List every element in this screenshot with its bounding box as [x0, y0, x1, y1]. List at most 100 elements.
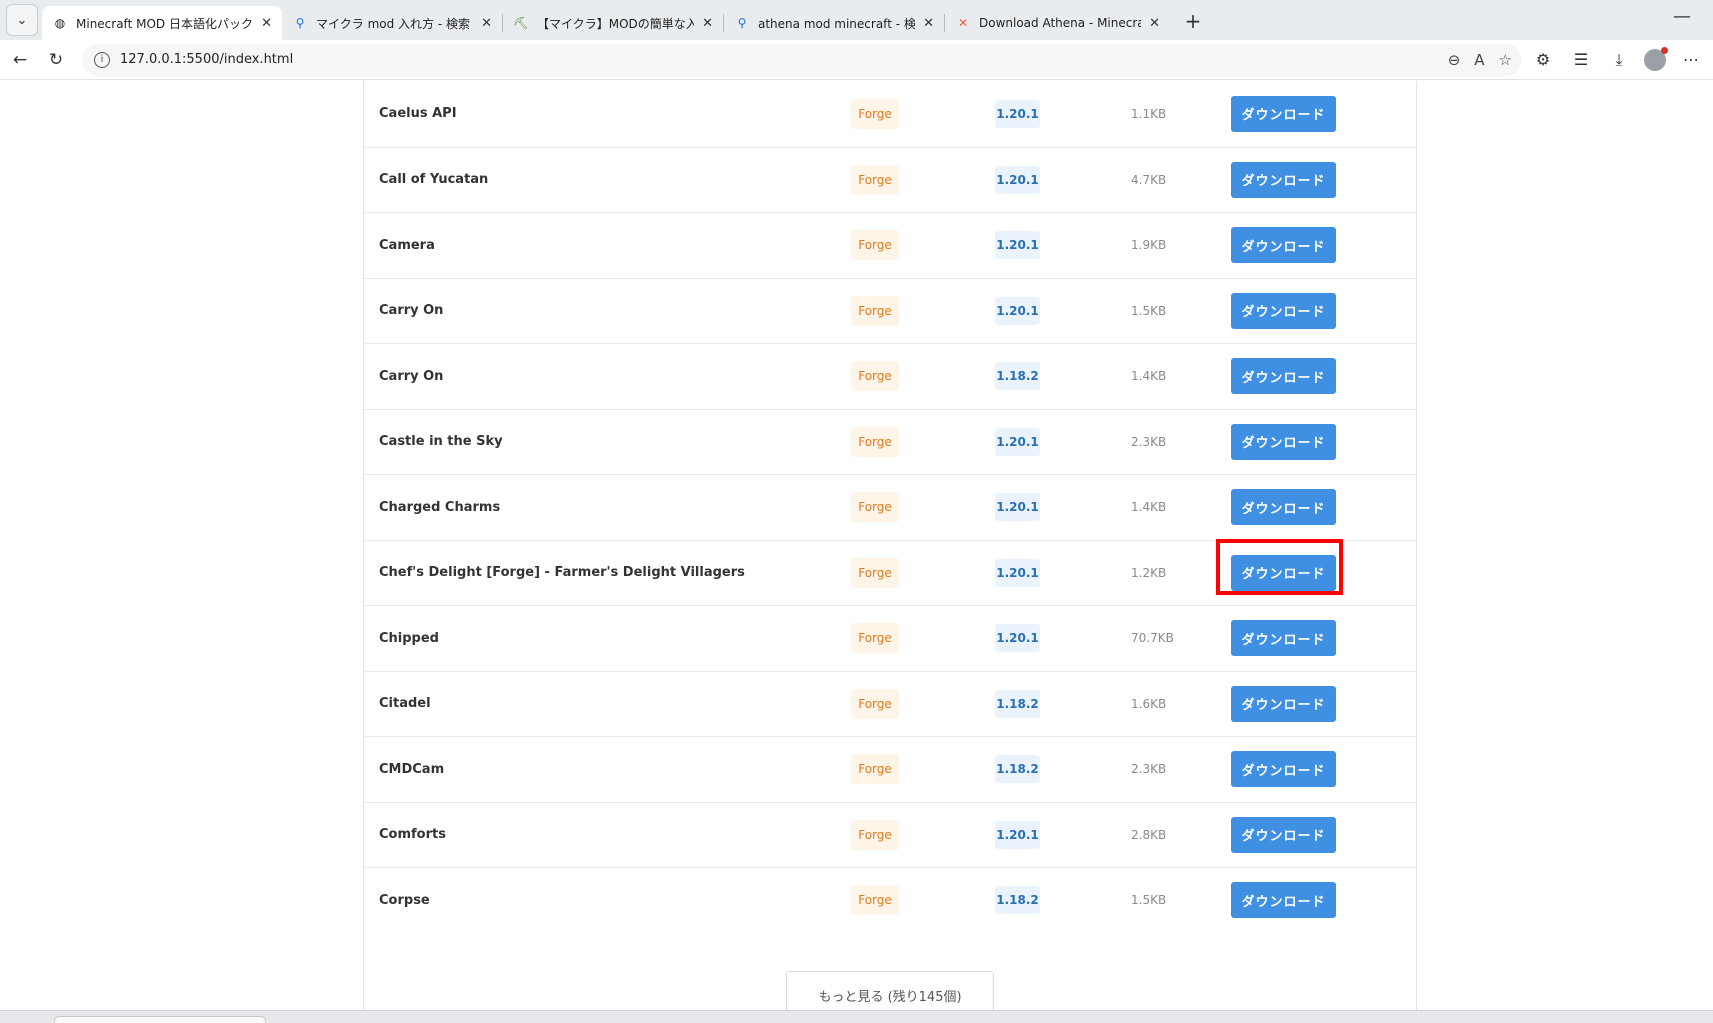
favorite-star-icon[interactable]: ☆ — [1499, 51, 1512, 69]
close-tab-icon[interactable]: ✕ — [702, 16, 713, 31]
tab-strip: ⌄ ◍ Minecraft MOD 日本語化パック配布 ✕ ⚲ マイクラ mod 入れ方… — [0, 0, 1713, 40]
mod-name: Corpse — [379, 892, 430, 908]
table-row: Carry On Forge 1.18.2 1.4KB ダウンロード — [364, 343, 1416, 408]
mod-name: Caelus API — [379, 106, 457, 121]
mod-name: Carry On — [379, 303, 444, 318]
file-size: 2.3KB — [1131, 762, 1167, 776]
site-info-icon[interactable]: i — [94, 51, 110, 68]
download-button[interactable]: ダウンロード — [1231, 489, 1336, 525]
download-button[interactable]: ダウンロード — [1231, 816, 1336, 853]
load-more-button[interactable]: もっと見る (残り145個) — [786, 971, 994, 1010]
loader-badge: Forge — [851, 164, 899, 195]
close-tab-icon[interactable]: ✕ — [481, 16, 492, 31]
table-row: Call of Yucatan Forge 1.20.1 4.7KB ダウンロード — [364, 146, 1416, 212]
read-aloud-icon[interactable]: A — [1474, 51, 1484, 69]
version-badge: 1.20.1 — [995, 427, 1040, 456]
table-row: Comforts Forge 1.20.1 2.8KB ダウンロード — [364, 801, 1416, 867]
download-button[interactable]: ダウンロード — [1231, 554, 1336, 591]
pickaxe-icon: ⛏ — [513, 16, 529, 30]
browser-toolbar: ← ↻ i 127.0.0.1:5500/index.html ⊖ A ☆ ⚙ … — [0, 40, 1713, 80]
mod-name: Citadel — [379, 696, 431, 711]
download-button[interactable]: ダウンロード — [1231, 751, 1336, 787]
favorites-icon[interactable]: ☰ — [1568, 47, 1594, 73]
download-button[interactable]: ダウンロード — [1231, 161, 1336, 198]
loader-badge: Forge — [851, 623, 899, 653]
download-button[interactable]: ダウンロード — [1231, 882, 1336, 918]
download-button[interactable]: ダウンロード — [1231, 292, 1336, 329]
version-badge: 1.18.2 — [995, 362, 1040, 390]
table-row: Charged Charms Forge 1.20.1 1.4KB ダウンロード — [364, 474, 1416, 539]
browser-tab[interactable]: ⚲ athena mod minecraft - 検索 ✕ — [724, 6, 944, 40]
file-size: 1.5KB — [1131, 893, 1167, 907]
more-menu-icon[interactable]: ⋯ — [1678, 47, 1704, 73]
loader-badge: Forge — [851, 492, 899, 522]
table-row: Castle in the Sky Forge 1.20.1 2.3KB ダウンロード — [364, 408, 1416, 474]
loader-badge: Forge — [851, 295, 899, 326]
zoom-out-icon[interactable]: ⊖ — [1448, 51, 1461, 69]
file-size: 1.4KB — [1131, 500, 1167, 514]
page-viewport: Caelus API Forge 1.20.1 1.1KB ダウンロード Call of … — [4, 81, 1709, 1010]
browser-tab[interactable]: ⚲ マイクラ mod 入れ方 - 検索 ✕ — [282, 6, 502, 40]
new-tab-button[interactable]: + — [1178, 6, 1208, 36]
back-button[interactable]: ← — [4, 44, 36, 76]
downloads-icon[interactable]: ⤓ — [1606, 47, 1632, 73]
tab-list: ◍ Minecraft MOD 日本語化パック配布 ✕ ⚲ マイクラ mod 入れ方 -… — [42, 6, 1170, 40]
browser-tab[interactable]: ⛏ 【マイクラ】MODの簡単な入れ方！影 ✕ — [503, 6, 723, 40]
version-badge: 1.20.1 — [995, 165, 1040, 194]
version-badge: 1.20.1 — [995, 493, 1040, 521]
mod-name: CMDCam — [379, 761, 445, 777]
mod-list-table: Caelus API Forge 1.20.1 1.1KB ダウンロード Call of … — [363, 81, 1417, 1010]
reload-icon: ↻ — [48, 49, 64, 70]
mod-name: Charged Charms — [379, 499, 501, 515]
tab-title: Minecraft MOD 日本語化パック配布 — [76, 16, 253, 31]
file-size: 1.1KB — [1131, 106, 1167, 121]
minimize-window-button[interactable]: — — [1673, 6, 1691, 27]
close-tab-icon[interactable]: ✕ — [923, 16, 934, 31]
mod-name: Castle in the Sky — [379, 434, 503, 449]
download-button[interactable]: ダウンロード — [1231, 423, 1336, 460]
taskbar-search-box[interactable] — [54, 1016, 266, 1023]
profile-avatar[interactable] — [1644, 46, 1668, 71]
address-bar[interactable]: i 127.0.0.1:5500/index.html ⊖ A ☆ — [82, 43, 1522, 76]
loader-badge: Forge — [851, 754, 899, 784]
url-text: 127.0.0.1:5500/index.html — [120, 52, 294, 67]
browser-tab[interactable]: ◍ Minecraft MOD 日本語化パック配布 ✕ — [42, 6, 282, 40]
table-row: CMDCam Forge 1.18.2 2.3KB ダウンロード — [364, 736, 1416, 801]
tab-title: athena mod minecraft - 検索 — [758, 16, 916, 31]
version-badge: 1.20.1 — [995, 820, 1040, 849]
download-button[interactable]: ダウンロード — [1231, 685, 1336, 722]
file-size: 1.4KB — [1131, 369, 1167, 383]
table-row: Camera Forge 1.20.1 1.9KB ダウンロード — [364, 212, 1416, 277]
download-button[interactable]: ダウンロード — [1231, 358, 1336, 394]
file-size: 1.2KB — [1131, 565, 1167, 580]
loader-badge: Forge — [851, 819, 899, 850]
version-badge: 1.20.1 — [995, 231, 1040, 259]
close-tab-icon[interactable]: ✕ — [1149, 16, 1160, 31]
close-tab-icon[interactable]: ✕ — [261, 16, 272, 31]
version-badge: 1.20.1 — [995, 296, 1040, 325]
download-button[interactable]: ダウンロード — [1231, 95, 1336, 132]
extensions-icon[interactable]: ⚙ — [1530, 47, 1556, 73]
mod-name: Call of Yucatan — [379, 172, 489, 187]
file-size: 2.8KB — [1131, 827, 1167, 842]
table-row: Caelus API Forge 1.20.1 1.1KB ダウンロード — [364, 81, 1416, 146]
download-button[interactable]: ダウンロード — [1231, 227, 1336, 263]
file-size: 1.6KB — [1131, 696, 1167, 711]
browser-tab[interactable]: ✕ Download Athena - Minecraft Mod ✕ — [945, 6, 1170, 40]
download-button[interactable]: ダウンロード — [1231, 620, 1336, 656]
file-size: 1.5KB — [1131, 303, 1167, 318]
tab-actions-menu-button[interactable]: ⌄ — [6, 4, 38, 36]
table-row: Corpse Forge 1.18.2 1.5KB ダウンロード — [364, 867, 1416, 932]
mod-name: Comforts — [379, 827, 446, 842]
loader-badge: Forge — [851, 98, 899, 129]
reload-button[interactable]: ↻ — [40, 44, 72, 76]
chevron-down-icon: ⌄ — [16, 12, 28, 28]
tab-title: Download Athena - Minecraft Mod — [979, 16, 1142, 30]
version-badge: 1.18.2 — [995, 755, 1040, 783]
mod-name: Chipped — [379, 630, 439, 646]
version-badge: 1.18.2 — [995, 886, 1040, 914]
file-size: 1.9KB — [1131, 238, 1167, 252]
table-row: Chef's Delight [Forge] - Farmer's Deligh… — [364, 539, 1416, 605]
search-icon: ⚲ — [295, 16, 305, 30]
globe-icon: ◍ — [54, 16, 66, 30]
